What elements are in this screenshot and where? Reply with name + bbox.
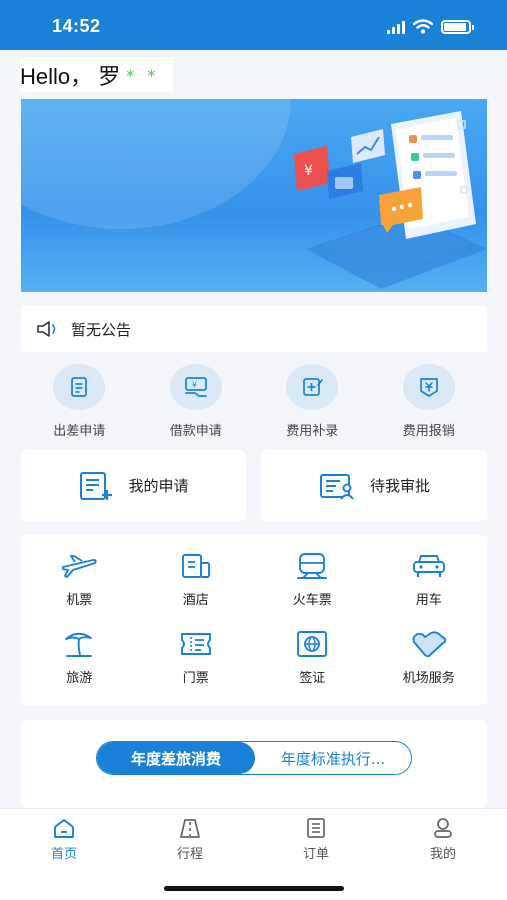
tab-label: 订单	[302, 847, 329, 862]
airplane-icon	[62, 555, 97, 578]
service-label: 机场服务	[402, 671, 455, 686]
itinerary-icon	[180, 819, 200, 838]
quick-action-travel-request[interactable]: 出差申请	[21, 364, 138, 442]
service-train[interactable]: 火车票	[254, 545, 371, 623]
promo-banner[interactable]: ¥	[21, 99, 487, 292]
profile-icon	[434, 818, 452, 838]
tab-annual-travel-spend[interactable]: 年度差旅消费	[97, 742, 255, 774]
home-icon	[54, 819, 74, 838]
pending-approval-button[interactable]: 待我审批	[261, 450, 487, 521]
status-bar: 14:52	[0, 0, 507, 50]
svg-text:¥: ¥	[192, 381, 197, 390]
tab-annual-standard-execution[interactable]: 年度标准执行...	[255, 742, 411, 774]
speaker-icon	[37, 321, 56, 337]
tab-label: 首页	[50, 847, 77, 862]
my-applications-label: 我的申请	[128, 477, 189, 495]
service-label: 旅游	[66, 671, 93, 686]
service-hotel[interactable]: 酒店	[138, 545, 255, 623]
pending-approval-icon	[319, 473, 354, 500]
tab-profile[interactable]: 我的	[413, 817, 473, 862]
expense-supplement-icon	[303, 378, 324, 396]
order-icon	[307, 818, 325, 838]
service-tourism[interactable]: 旅游	[21, 623, 138, 701]
greeting-text: Hello， 罗	[20, 64, 121, 89]
train-icon	[297, 553, 328, 579]
travel-request-icon	[71, 377, 88, 397]
tab-home[interactable]: 首页	[34, 817, 94, 862]
battery-icon	[441, 20, 474, 34]
tab-label: 我的	[429, 847, 456, 862]
annual-stats-card: 年度差旅消费 年度标准执行...	[21, 720, 487, 808]
my-applications-button[interactable]: 我的申请	[21, 450, 246, 521]
services-grid: 机票 酒店 火车票 用车 旅游 门票 签证 机场服务	[21, 535, 487, 705]
quick-action-label: 费用补录	[286, 424, 339, 439]
banner-illustration: ¥	[294, 111, 487, 289]
service-airport[interactable]: 机场服务	[371, 623, 488, 701]
my-applications-icon	[80, 471, 113, 500]
service-label: 酒店	[182, 593, 209, 608]
service-label: 火车票	[292, 593, 332, 608]
quick-action-loan-request[interactable]: ¥ 借款申请	[138, 364, 255, 442]
visa-icon	[297, 631, 328, 657]
service-car[interactable]: 用车	[371, 545, 488, 623]
car-icon	[412, 555, 445, 577]
palm-tree-icon	[65, 632, 93, 657]
quick-action-label: 费用报销	[402, 424, 455, 439]
stats-segmented-control: 年度差旅消费 年度标准执行...	[96, 741, 412, 775]
service-ticket[interactable]: 门票	[138, 623, 255, 701]
quick-action-label: 出差申请	[53, 424, 106, 439]
wifi-icon	[413, 19, 433, 34]
loan-request-icon: ¥	[184, 377, 207, 397]
tab-orders[interactable]: 订单	[286, 817, 346, 862]
status-icons	[387, 18, 474, 34]
greeting-masked-name: * *	[126, 65, 160, 85]
hotel-icon	[181, 554, 210, 578]
svg-text:¥: ¥	[304, 163, 313, 179]
quick-actions: 出差申请 ¥ 借款申请 费用补录 费用报销	[21, 364, 487, 442]
greeting: Hello， 罗 * *	[20, 58, 174, 92]
quick-action-expense-supplement[interactable]: 费用补录	[254, 364, 371, 442]
service-label: 机票	[66, 593, 93, 608]
status-time: 14:52	[52, 16, 101, 36]
reimbursement-icon	[419, 378, 438, 397]
tab-label: 行程	[176, 847, 203, 862]
service-label: 用车	[415, 593, 442, 608]
service-visa[interactable]: 签证	[254, 623, 371, 701]
announcement-bar[interactable]: 暂无公告	[21, 306, 487, 352]
service-label: 签证	[299, 671, 326, 686]
service-flight[interactable]: 机票	[21, 545, 138, 623]
quick-action-label: 借款申请	[169, 424, 222, 439]
announcement-text: 暂无公告	[71, 320, 132, 339]
cellular-signal-icon	[387, 20, 405, 34]
service-label: 门票	[182, 671, 209, 686]
home-indicator[interactable]	[164, 886, 344, 891]
ticket-icon	[180, 633, 211, 655]
airport-service-icon	[412, 631, 446, 658]
quick-action-reimbursement[interactable]: 费用报销	[371, 364, 488, 442]
tab-itinerary[interactable]: 行程	[160, 817, 220, 862]
pending-approval-label: 待我审批	[369, 477, 430, 495]
